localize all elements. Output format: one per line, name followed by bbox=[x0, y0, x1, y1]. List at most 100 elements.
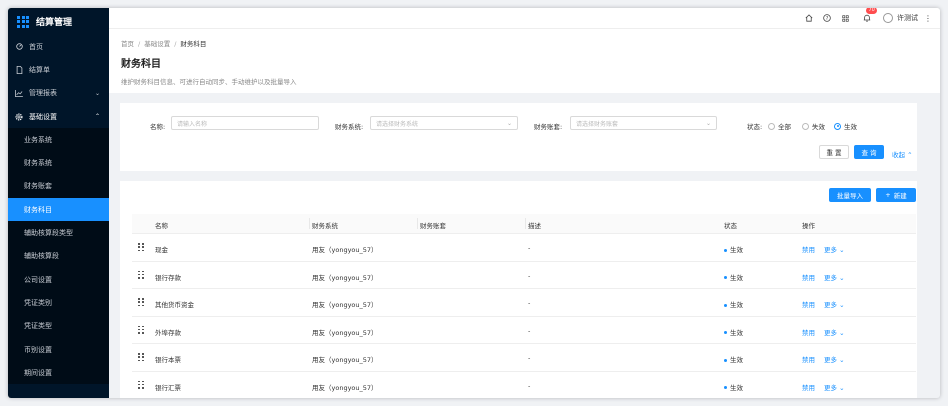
status-dot-icon bbox=[724, 358, 727, 362]
sidebar-subitem-business-system[interactable]: 业务系统 bbox=[8, 128, 109, 151]
drag-handle-icon[interactable] bbox=[138, 298, 144, 307]
status-dot-icon bbox=[724, 303, 727, 307]
breadcrumb-home[interactable]: 首页 bbox=[121, 40, 134, 48]
status-text: 生效 bbox=[730, 301, 743, 309]
finance-book-placeholder: 请选择财务账套 bbox=[576, 120, 619, 128]
drag-handle-icon[interactable] bbox=[138, 380, 144, 390]
chevron-down-icon: ⌄ bbox=[839, 246, 845, 254]
finance-system-placeholder: 请选择财务系统 bbox=[376, 120, 419, 128]
subitem-label: 凭证类别 bbox=[24, 298, 52, 307]
more-dropdown[interactable]: 更多 ⌄ bbox=[824, 382, 845, 392]
more-dropdown[interactable]: 更多 ⌄ bbox=[824, 299, 845, 309]
table-row: 银行本票 用友（yongyou_57） - 生效 禁用 更多 ⌄ bbox=[132, 344, 916, 372]
finance-book-select[interactable]: 请选择财务账套 ⌄ bbox=[570, 116, 717, 130]
bell-icon[interactable]: 70 bbox=[862, 8, 878, 23]
cell-status: 生效 bbox=[724, 327, 743, 337]
breadcrumb-current: 财务科目 bbox=[180, 40, 207, 48]
more-label: 更多 bbox=[824, 246, 837, 254]
app-logo[interactable]: 结算管理 bbox=[8, 8, 109, 35]
new-label: 新建 bbox=[893, 192, 907, 200]
more-dropdown[interactable]: 更多 ⌄ bbox=[824, 244, 845, 254]
disable-link[interactable]: 禁用 bbox=[802, 244, 815, 254]
status-radio-all[interactable]: 全部 bbox=[768, 121, 791, 131]
cell-name: 银行本票 bbox=[155, 356, 181, 364]
new-button[interactable]: + 新建 bbox=[876, 188, 916, 202]
sidebar-subitem-aux-segment[interactable]: 辅助核算段 bbox=[8, 245, 109, 268]
status-text: 生效 bbox=[730, 383, 743, 392]
sidebar-subitem-finance-book[interactable]: 财务账套 bbox=[8, 175, 109, 198]
name-input[interactable]: 请输入名称 bbox=[171, 116, 319, 130]
help-icon[interactable]: ? bbox=[822, 13, 832, 23]
apps-icon[interactable] bbox=[840, 13, 850, 23]
status-radio-active[interactable]: 生效 bbox=[834, 121, 857, 131]
disable-link[interactable]: 禁用 bbox=[802, 327, 815, 337]
radio-label: 生效 bbox=[844, 123, 857, 131]
home-icon[interactable] bbox=[804, 13, 814, 23]
column-header-name: 名称 bbox=[155, 222, 168, 230]
more-dropdown[interactable]: 更多 ⌄ bbox=[824, 327, 845, 337]
column-divider bbox=[417, 218, 418, 229]
status-radio-inactive[interactable]: 失效 bbox=[802, 121, 825, 131]
sidebar-subitem-company[interactable]: 公司设置 bbox=[8, 268, 109, 291]
subitem-label: 财务账套 bbox=[24, 182, 52, 191]
subitem-label: 辅助核算段 bbox=[24, 252, 59, 261]
finance-system-label: 财务系统: bbox=[335, 123, 364, 131]
more-label: 更多 bbox=[824, 273, 837, 282]
chevron-down-icon: ⌄ bbox=[506, 119, 512, 127]
sidebar-subitem-voucher-type[interactable]: 凭证类型 bbox=[8, 315, 109, 338]
filter-panel: 名称: 请输入名称 财务系统: 请选择财务系统 ⌄ 财务账套: 请选择财务账套 … bbox=[120, 103, 917, 171]
chevron-down-icon: ⌄ bbox=[839, 356, 845, 364]
finance-system-select[interactable]: 请选择财务系统 ⌄ bbox=[370, 116, 518, 130]
more-dropdown[interactable]: 更多 ⌄ bbox=[824, 272, 845, 282]
sidebar-subitem-finance-subject[interactable]: 财务科目 bbox=[8, 198, 109, 222]
sidebar-subitem-period[interactable]: 期间设置 bbox=[8, 361, 109, 384]
subitem-label: 凭证类型 bbox=[24, 322, 52, 331]
column-divider bbox=[525, 218, 526, 229]
radio-circle bbox=[802, 122, 809, 130]
status-dot-icon bbox=[724, 386, 727, 389]
sidebar-subitem-voucher-category[interactable]: 凭证类别 bbox=[8, 291, 109, 314]
subitem-label: 币别设置 bbox=[24, 345, 52, 354]
cell-finance-system: 用友（yongyou_57） bbox=[312, 383, 378, 392]
table-row: 外埠存款 用友（yongyou_57） - 生效 禁用 更多 ⌄ bbox=[132, 317, 916, 344]
user-name[interactable]: 许测试 bbox=[897, 13, 918, 23]
disable-link[interactable]: 禁用 bbox=[802, 354, 815, 364]
batch-import-button[interactable]: 批量导入 bbox=[829, 188, 871, 202]
sidebar-item-settlement[interactable]: 结算单 bbox=[8, 58, 109, 81]
subitem-label: 财务系统 bbox=[24, 159, 52, 168]
sidebar-item-basic-settings[interactable]: 基础设置 ⌃ bbox=[8, 105, 109, 128]
subitem-label: 期间设置 bbox=[24, 368, 52, 377]
cell-description: - bbox=[528, 381, 531, 390]
collapse-link[interactable]: 收起 ⌃ bbox=[892, 149, 913, 159]
cell-description: - bbox=[528, 354, 531, 362]
more-dropdown[interactable]: 更多 ⌄ bbox=[824, 354, 845, 364]
query-button[interactable]: 查 询 bbox=[854, 145, 884, 159]
name-placeholder: 请输入名称 bbox=[177, 120, 208, 128]
sidebar-subitem-finance-system[interactable]: 财务系统 bbox=[8, 151, 109, 174]
drag-handle-icon[interactable] bbox=[138, 353, 144, 362]
avatar[interactable] bbox=[883, 13, 893, 23]
disable-link[interactable]: 禁用 bbox=[802, 299, 815, 309]
sidebar-item-reports[interactable]: 管理报表 ⌄ bbox=[8, 82, 109, 105]
cell-name: 外埠存款 bbox=[155, 328, 181, 337]
chevron-down-icon: ⌄ bbox=[705, 119, 711, 127]
disable-link[interactable]: 禁用 bbox=[802, 382, 815, 392]
breadcrumb-parent[interactable]: 基础设置 bbox=[144, 40, 170, 48]
drag-handle-icon[interactable] bbox=[138, 325, 144, 335]
sidebar-subitem-aux-segment-type[interactable]: 辅助核算段类型 bbox=[8, 221, 109, 244]
cell-description: - bbox=[528, 299, 531, 307]
drag-handle-icon[interactable] bbox=[138, 270, 144, 280]
gear-icon bbox=[15, 113, 23, 121]
sidebar-subitem-currency[interactable]: 币别设置 bbox=[8, 338, 109, 361]
disable-link[interactable]: 禁用 bbox=[802, 272, 815, 282]
cell-status: 生效 bbox=[724, 244, 743, 254]
column-header-actions: 操作 bbox=[802, 222, 815, 230]
chevron-down-icon: ⌄ bbox=[839, 301, 845, 309]
sidebar-item-label: 首页 bbox=[29, 42, 43, 51]
sidebar-item-home[interactable]: 首页 bbox=[8, 35, 109, 58]
reset-button[interactable]: 重 置 bbox=[819, 145, 849, 159]
page-description: 维护财务科目信息、可进行自动同步、手动维护以及批量导入 bbox=[121, 78, 297, 86]
more-vertical-icon[interactable]: ⋮ bbox=[924, 14, 932, 23]
table-row: 银行存款 用友（yongyou_57） - 生效 禁用 更多 ⌄ bbox=[132, 262, 916, 289]
drag-handle-icon[interactable] bbox=[138, 243, 144, 252]
